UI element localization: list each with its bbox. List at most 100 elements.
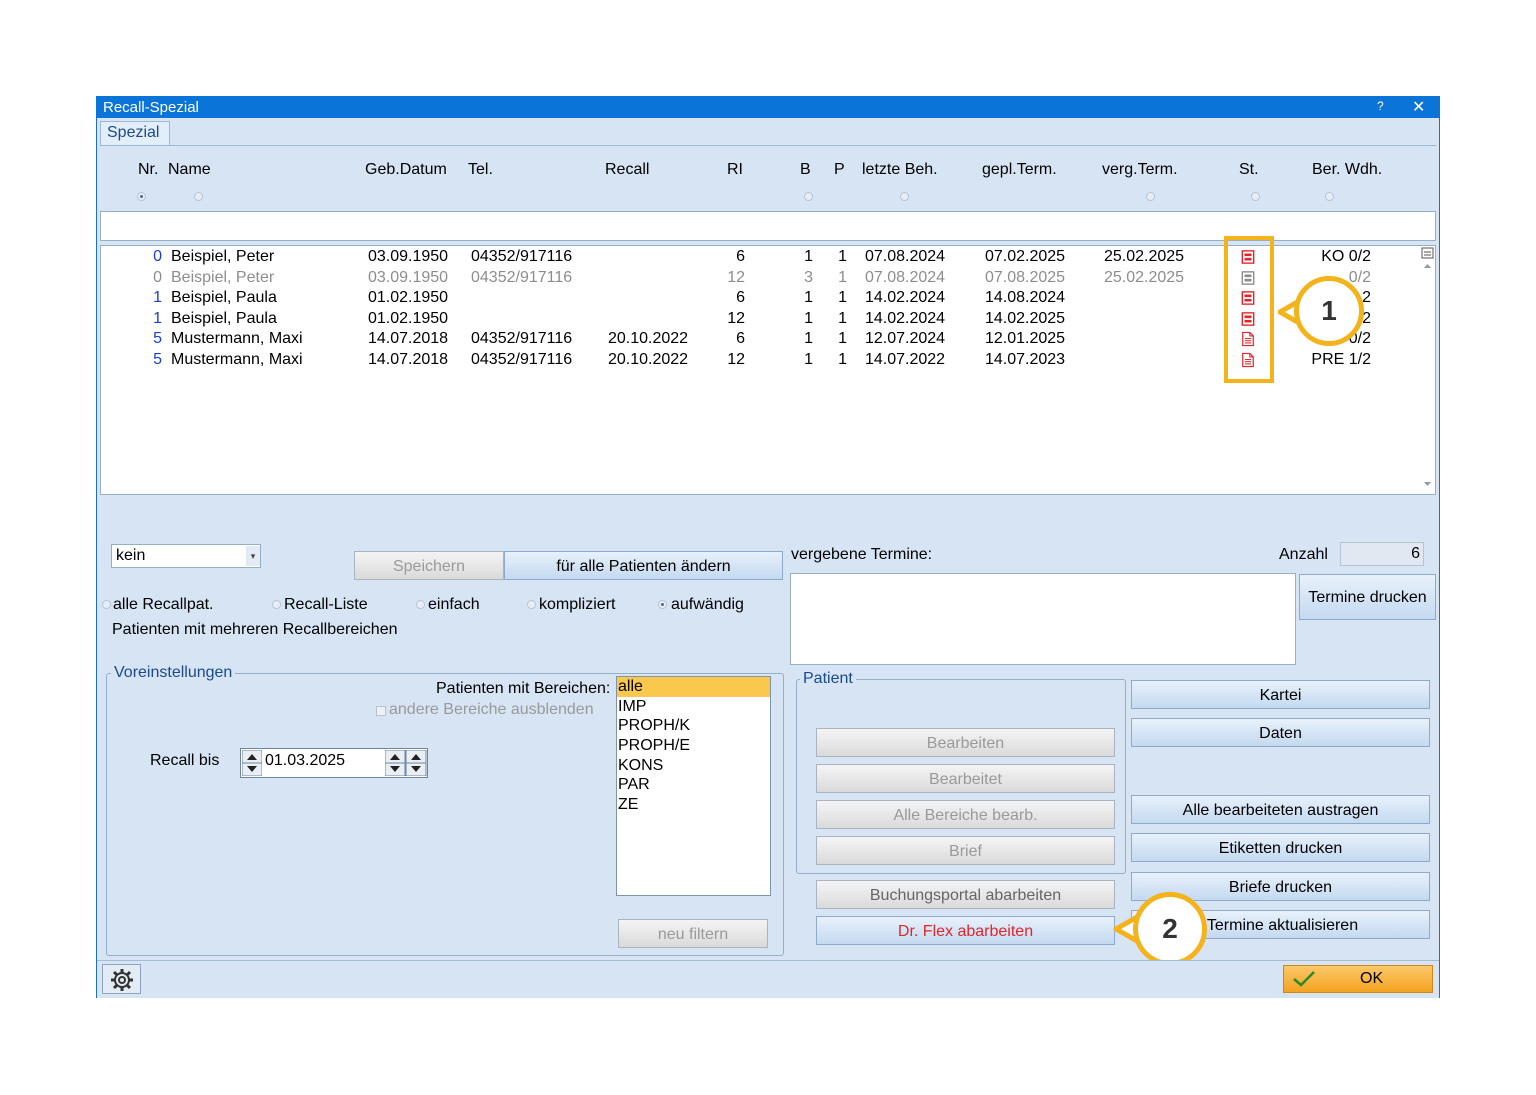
table-row[interactable]: 1 Beispiel, Paula 01.02.1950 12 1 1 14.02.2024…: [100, 310, 1420, 330]
title-bar: Recall-Spezial ? ✕: [96, 96, 1440, 118]
radio-einfach-label[interactable]: einfach: [428, 596, 480, 614]
area-item-par[interactable]: PAR: [617, 775, 770, 795]
kartei-button[interactable]: Kartei: [1131, 680, 1430, 709]
help-icon[interactable]: ?: [1377, 99, 1384, 113]
col-tel[interactable]: Tel.: [468, 161, 493, 179]
radio-alle[interactable]: [102, 600, 111, 609]
cell-b: 1: [804, 289, 813, 307]
dropdown-value: kein: [116, 547, 146, 564]
table-row[interactable]: 1 Beispiel, Paula 01.02.1950 6 1 1 14.02.2024 1…: [100, 289, 1420, 309]
sort-radio-ber[interactable]: [1325, 192, 1334, 201]
hide-other-label[interactable]: andere Bereiche ausblenden: [389, 701, 594, 719]
edit-all-areas-button[interactable]: Alle Bereiche bearb.: [816, 800, 1115, 829]
gear-icon: [111, 969, 133, 991]
col-name[interactable]: Name: [168, 161, 211, 179]
radio-recall-liste-label[interactable]: Recall-Liste: [284, 596, 368, 614]
radio-kompliziert-label[interactable]: kompliziert: [539, 596, 615, 614]
save-button[interactable]: Speichern: [354, 551, 504, 580]
close-icon[interactable]: ✕: [1412, 97, 1425, 117]
booking-portal-button[interactable]: Buchungsportal abarbeiten: [816, 880, 1115, 909]
cell-gepl: 14.07.2023: [985, 351, 1066, 368]
radio-alle-label[interactable]: alle Recallpat.: [113, 596, 214, 614]
areas-listbox[interactable]: alle IMP PROPH/K PROPH/E KONS PAR ZE: [616, 676, 771, 896]
settings-button[interactable]: [102, 964, 141, 994]
sort-radio-verg[interactable]: [1146, 192, 1155, 201]
window-title: Recall-Spezial: [103, 99, 199, 116]
area-item-ze[interactable]: ZE: [617, 795, 770, 815]
patient-title: Patient: [800, 670, 856, 688]
cell-name: Beispiel, Peter: [171, 248, 275, 265]
sort-radio-letzte[interactable]: [900, 192, 909, 201]
radio-recall-liste[interactable]: [272, 600, 281, 609]
radio-kompliziert[interactable]: [527, 600, 536, 609]
cell-geb: 03.09.1950: [368, 248, 449, 265]
col-p[interactable]: P: [834, 161, 845, 179]
table-scrollbar[interactable]: [1420, 246, 1435, 494]
col-gepl-term[interactable]: gepl.Term.: [982, 161, 1057, 179]
recall-until-value[interactable]: 01.03.2025: [265, 752, 345, 770]
edited-button[interactable]: Bearbeitet: [816, 764, 1115, 793]
col-geb-datum[interactable]: Geb.Datum: [365, 161, 447, 179]
recall-type-dropdown[interactable]: kein ▾: [111, 544, 261, 568]
col-status[interactable]: St.: [1239, 161, 1259, 179]
cell-b: 1: [804, 351, 813, 368]
sort-radio-name[interactable]: [194, 192, 203, 201]
col-b[interactable]: B: [800, 161, 811, 179]
area-item-imp[interactable]: IMP: [617, 697, 770, 717]
area-item-kons[interactable]: KONS: [617, 756, 770, 776]
cell-gepl: 07.08.2025: [985, 268, 1066, 286]
area-item-proph-k[interactable]: PROPH/K: [617, 716, 770, 736]
edit-button[interactable]: Bearbeiten: [816, 728, 1115, 757]
cell-p: 1: [838, 248, 847, 265]
table-row[interactable]: 0 Beispiel, Peter 03.09.1950 04352/917116 6 1…: [100, 248, 1420, 268]
table-row[interactable]: 5 Mustermann, Maxi 14.07.2018 04352/917116 2…: [100, 351, 1420, 371]
col-ber-wdh[interactable]: Ber. Wdh.: [1312, 161, 1382, 179]
area-item-alle[interactable]: alle: [617, 677, 770, 697]
cell-b: 1: [804, 248, 813, 265]
cell-geb: 01.02.1950: [368, 289, 449, 307]
spin-left-icon[interactable]: [242, 750, 262, 776]
hide-other-checkbox[interactable]: [376, 706, 386, 716]
remove-edited-button[interactable]: Alle bearbeiteten austragen: [1131, 795, 1430, 824]
radio-aufwaendig[interactable]: [658, 600, 667, 609]
cell-recall: 20.10.2022: [608, 330, 689, 348]
cell-verg: 25.02.2025: [1104, 268, 1185, 286]
col-ri[interactable]: RI: [727, 161, 743, 179]
cell-name: Mustermann, Maxi: [171, 351, 303, 368]
print-appointments-button[interactable]: Termine drucken: [1299, 574, 1436, 620]
chevron-down-icon[interactable]: ▾: [246, 546, 260, 566]
cell-gepl: 12.01.2025: [985, 330, 1066, 348]
daten-button[interactable]: Daten: [1131, 718, 1430, 747]
assigned-appointments-list[interactable]: [790, 573, 1296, 665]
spin-right-icon[interactable]: [385, 750, 427, 776]
col-recall[interactable]: Recall: [605, 161, 649, 179]
presets-title: Voreinstellungen: [111, 664, 236, 682]
sort-radio-status[interactable]: [1251, 192, 1260, 201]
cell-letzte: 14.02.2024: [865, 289, 946, 307]
letter-button[interactable]: Brief: [816, 836, 1115, 865]
print-labels-button[interactable]: Etiketten drucken: [1131, 833, 1430, 862]
recall-until-field[interactable]: 01.03.2025: [240, 748, 428, 778]
table-row[interactable]: 0 Beispiel, Peter 03.09.1950 04352/917116 12…: [100, 269, 1420, 289]
cell-name: Beispiel, Paula: [171, 289, 277, 307]
areas-label: Patienten mit Bereichen:: [436, 680, 611, 697]
sort-radio-nr[interactable]: [137, 192, 146, 201]
area-item-proph-e[interactable]: PROPH/E: [617, 736, 770, 756]
cell-b: 3: [804, 268, 813, 286]
table-row[interactable]: 5 Mustermann, Maxi 14.07.2018 04352/917116 2…: [100, 330, 1420, 350]
cell-geb: 14.07.2018: [368, 330, 449, 348]
radio-aufwaendig-label[interactable]: aufwändig: [671, 596, 744, 614]
tab-spezial[interactable]: Spezial: [100, 121, 170, 146]
col-verg-term[interactable]: verg.Term.: [1102, 161, 1178, 179]
drflex-button[interactable]: Dr. Flex abarbeiten: [816, 916, 1115, 945]
col-nr[interactable]: Nr.: [138, 161, 158, 179]
col-letzte-beh[interactable]: letzte Beh.: [862, 161, 938, 179]
change-all-button[interactable]: für alle Patienten ändern: [504, 551, 783, 580]
ok-label: OK: [1360, 970, 1384, 987]
cell-name: Mustermann, Maxi: [171, 330, 303, 348]
cell-b: 1: [804, 330, 813, 348]
refilter-button[interactable]: neu filtern: [618, 919, 768, 948]
sort-radio-b[interactable]: [804, 192, 813, 201]
radio-einfach[interactable]: [416, 600, 425, 609]
ok-button[interactable]: OK: [1283, 965, 1433, 993]
